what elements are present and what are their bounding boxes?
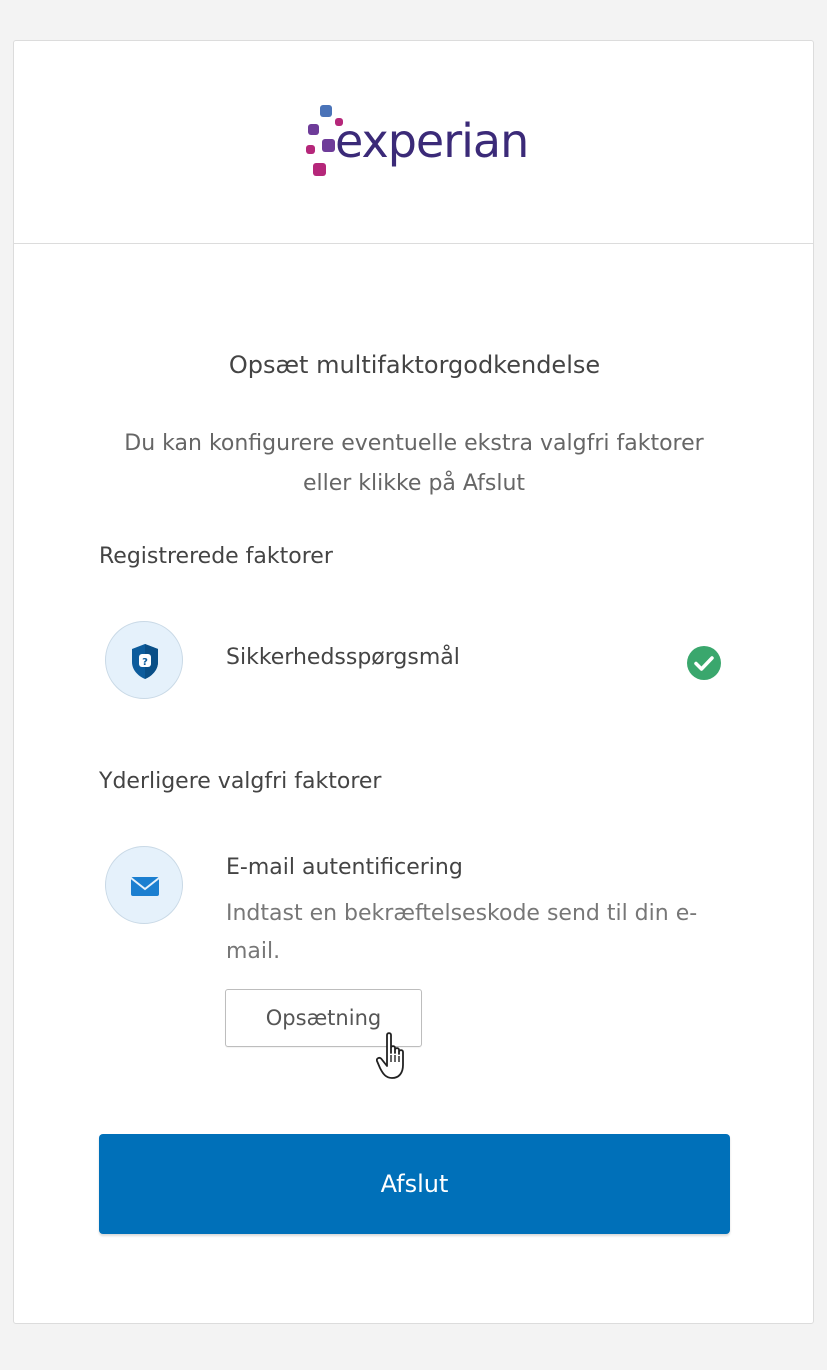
logo-dot (308, 124, 319, 135)
envelope-icon (105, 846, 183, 924)
check-circle-icon (686, 645, 722, 681)
logo-dot (320, 105, 332, 117)
experian-logo: experian (289, 101, 549, 191)
finish-button[interactable]: Afslut (99, 1134, 730, 1234)
svg-text:?: ? (142, 657, 148, 668)
registered-factors-heading: Registrerede faktorer (99, 544, 333, 569)
card-header: experian (14, 41, 813, 244)
shield-question-icon: ? (105, 621, 183, 699)
logo-dot (306, 145, 315, 154)
logo-dot (313, 163, 326, 176)
factor-name-email: E-mail autentificering (226, 855, 463, 880)
factor-description-email: Indtast en bekræftelseskode send til din… (226, 901, 698, 964)
factor-name-security-question: Sikkerhedsspørgsmål (226, 645, 460, 670)
page-title: Opsæt multifaktorgodkendelse (228, 351, 601, 379)
page-subtitle: Du kan konfigurere eventuelle ekstra val… (124, 431, 704, 496)
logo-dot (322, 139, 335, 152)
logo-wordmark: experian (335, 114, 529, 168)
mfa-setup-card: experian Opsæt multifaktorgodkendelse Du… (13, 40, 814, 1324)
hand-pointer-cursor-icon (375, 1031, 414, 1083)
optional-factors-heading: Yderligere valgfri faktorer (99, 769, 382, 794)
